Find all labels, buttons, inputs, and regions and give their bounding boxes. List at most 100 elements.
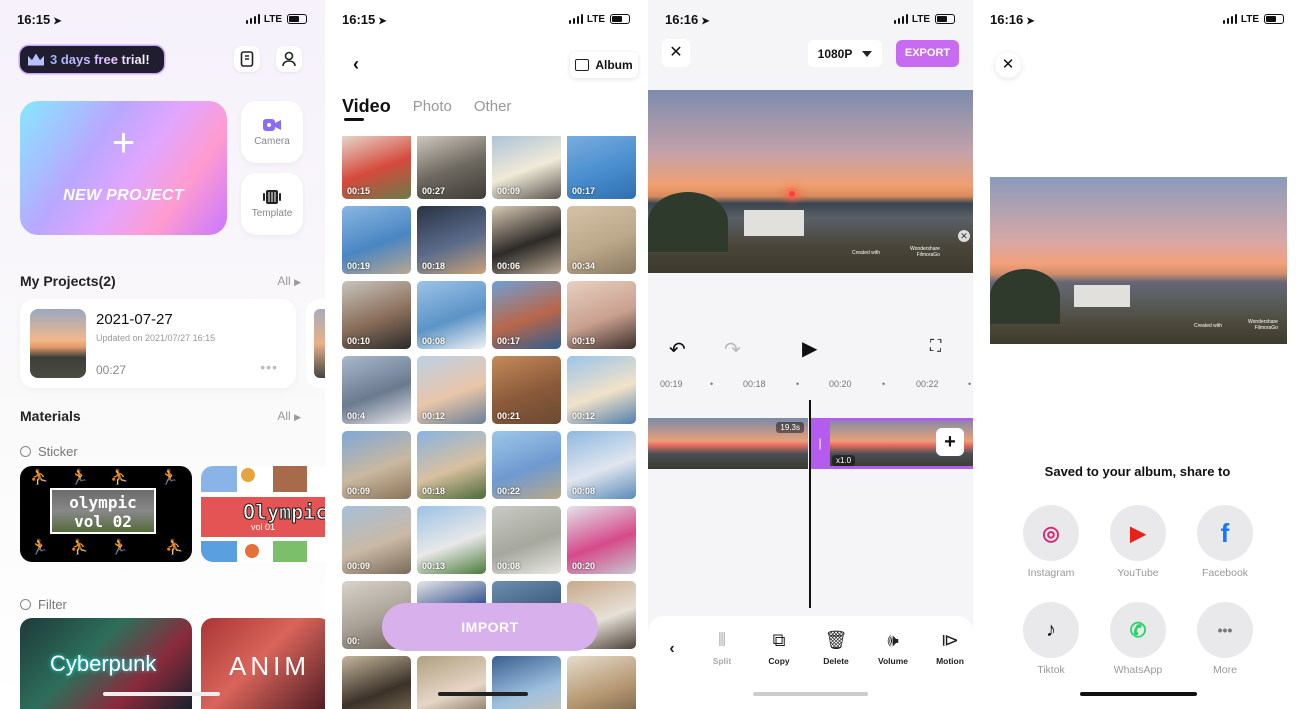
exported-video-preview[interactable]: Created with Wondershare FilmoraGo [990, 177, 1287, 344]
tab-video[interactable]: Video [342, 96, 391, 121]
facebook-share-button[interactable]: f [1197, 505, 1253, 561]
materials-all-link[interactable]: All ▶ [277, 409, 301, 423]
signal-icon [893, 14, 909, 24]
play-icon[interactable]: ▶ [802, 336, 817, 361]
add-clip-button[interactable]: + [936, 428, 964, 456]
remove-watermark-icon[interactable]: ✕ [958, 230, 970, 242]
drafts-button[interactable] [234, 46, 260, 72]
volume-tool[interactable]: 🕪 Volume [868, 630, 918, 666]
media-thumbnail[interactable]: 00:09 [342, 506, 411, 574]
youtube-share-button[interactable]: ▶ [1110, 505, 1166, 561]
project-card-peek[interactable] [306, 299, 325, 388]
instagram-share-button[interactable]: ◎ [1023, 505, 1079, 561]
media-thumbnail[interactable] [567, 656, 636, 709]
media-thumbnail[interactable] [417, 656, 486, 709]
video-preview[interactable]: Created with Wondershare FilmoraGo ✕ [648, 90, 973, 273]
tiktok-icon: ♪ [1046, 618, 1056, 641]
media-thumbnail[interactable]: 00:21 [492, 356, 561, 424]
media-thumbnail[interactable]: 00:18 [417, 206, 486, 274]
album-button[interactable]: Album [570, 52, 638, 78]
free-trial-banner[interactable]: 3 days free trial! [20, 46, 164, 73]
watermark: Created with [1194, 323, 1223, 329]
trim-handle[interactable]: | [810, 418, 830, 469]
new-project-button[interactable]: + NEW PROJECT [20, 101, 227, 235]
playhead[interactable] [809, 400, 811, 608]
camera-button[interactable]: Camera [241, 101, 303, 163]
resolution-dropdown[interactable]: 1080P [808, 40, 882, 67]
media-thumbnail[interactable]: 00:22 [492, 431, 561, 499]
split-tool[interactable]: ⫴ Split [697, 630, 747, 666]
media-thumbnail[interactable]: 00:08 [417, 281, 486, 349]
project-card[interactable]: 2021-07-27 Updated on 2021/07/27 16:15 0… [20, 299, 296, 388]
fullscreen-icon[interactable]: ⛶ [930, 338, 941, 356]
media-thumbnail[interactable] [492, 656, 561, 709]
media-thumbnail[interactable]: 00:34 [567, 206, 636, 274]
filter-section: Filter [20, 597, 67, 612]
share-label: More [1213, 664, 1237, 676]
timeline-clip-1[interactable]: 19.3s [648, 418, 808, 469]
tab-other[interactable]: Other [474, 98, 512, 117]
media-thumbnail[interactable]: 00:19 [342, 206, 411, 274]
media-thumbnail[interactable]: 00:09 [492, 136, 561, 199]
projects-all-link[interactable]: All ▶ [277, 274, 301, 288]
media-thumbnail[interactable]: 00:20 [567, 506, 636, 574]
sticker-olympic-vol02[interactable]: ⛹ 🏃 ⛹ 🏃 olympic vol 02 🏃 ⛹ 🏃 ⛹ [20, 466, 192, 562]
media-thumbnail[interactable]: 00:19 [567, 281, 636, 349]
copy-tool[interactable]: ⧉ Copy [754, 630, 804, 666]
close-button[interactable]: ✕ [662, 39, 690, 67]
video-duration: 00:27 [422, 186, 446, 196]
media-thumbnail[interactable]: 00:08 [492, 506, 561, 574]
filter-anime[interactable]: ANIM [201, 618, 325, 709]
template-button[interactable]: Template [241, 173, 303, 235]
video-duration: 00:06 [497, 261, 521, 271]
video-duration: 00:19 [347, 261, 371, 271]
media-thumbnail[interactable]: 00:17 [492, 281, 561, 349]
network-label: LTE [586, 13, 605, 25]
tab-photo[interactable]: Photo [413, 98, 452, 117]
video-duration: 00:08 [572, 486, 596, 496]
toolbar-back-button[interactable]: ‹ [658, 640, 686, 658]
media-thumbnail[interactable]: 00:17 [567, 136, 636, 199]
media-thumbnail[interactable]: 00:4 [342, 356, 411, 424]
chevron-left-icon: ‹ [353, 54, 359, 74]
media-thumbnail[interactable]: 00:12 [567, 356, 636, 424]
media-tabs: Video Photo Other [342, 96, 533, 121]
export-button[interactable]: EXPORT [896, 40, 959, 67]
video-duration: 00:17 [497, 336, 521, 346]
media-thumbnail[interactable] [342, 656, 411, 709]
media-thumbnail[interactable]: 00:10 [342, 281, 411, 349]
sticker-olympic-vol01[interactable]: Olympic vol 01 [201, 466, 325, 562]
media-thumbnail[interactable]: 00:15 [342, 136, 411, 199]
battery-icon [287, 14, 307, 24]
trial-label: 3 days free trial! [50, 52, 150, 67]
delete-tool[interactable]: 🗑 Delete [811, 630, 861, 666]
filter2-text: ANIM [229, 651, 310, 681]
media-thumbnail[interactable]: 00:13 [417, 506, 486, 574]
tiktok-share-button[interactable]: ♪ [1023, 602, 1079, 658]
media-thumbnail[interactable]: 00:08 [567, 431, 636, 499]
my-projects-title: My Projects(2) [20, 273, 116, 289]
redo-icon[interactable]: ↷ [724, 337, 741, 362]
video-duration: 00:12 [422, 411, 446, 421]
camera-label: Camera [254, 136, 290, 147]
more-options-icon[interactable]: ••• [260, 359, 278, 375]
media-thumbnail[interactable]: 00:06 [492, 206, 561, 274]
profile-button[interactable] [276, 46, 302, 72]
import-button[interactable]: IMPORT [382, 603, 598, 651]
video-duration: 00:21 [497, 411, 521, 421]
more-share-button[interactable]: ••• [1197, 602, 1253, 658]
share-label: WhatsApp [1113, 664, 1163, 676]
home-indicator [753, 692, 868, 696]
ruler-tick: 00:22 [916, 379, 939, 389]
close-icon: ✕ [1001, 56, 1015, 73]
media-thumbnail[interactable]: 00:27 [417, 136, 486, 199]
signal-icon [568, 14, 584, 24]
media-thumbnail[interactable]: 00:09 [342, 431, 411, 499]
whatsapp-share-button[interactable]: ✆ [1110, 602, 1166, 658]
close-button[interactable]: ✕ [995, 52, 1021, 78]
undo-icon[interactable]: ↶ [669, 337, 686, 362]
motion-tool[interactable]: ⧐ Motion [925, 630, 975, 666]
back-button[interactable]: ‹ [342, 54, 370, 78]
media-thumbnail[interactable]: 00:18 [417, 431, 486, 499]
media-thumbnail[interactable]: 00:12 [417, 356, 486, 424]
